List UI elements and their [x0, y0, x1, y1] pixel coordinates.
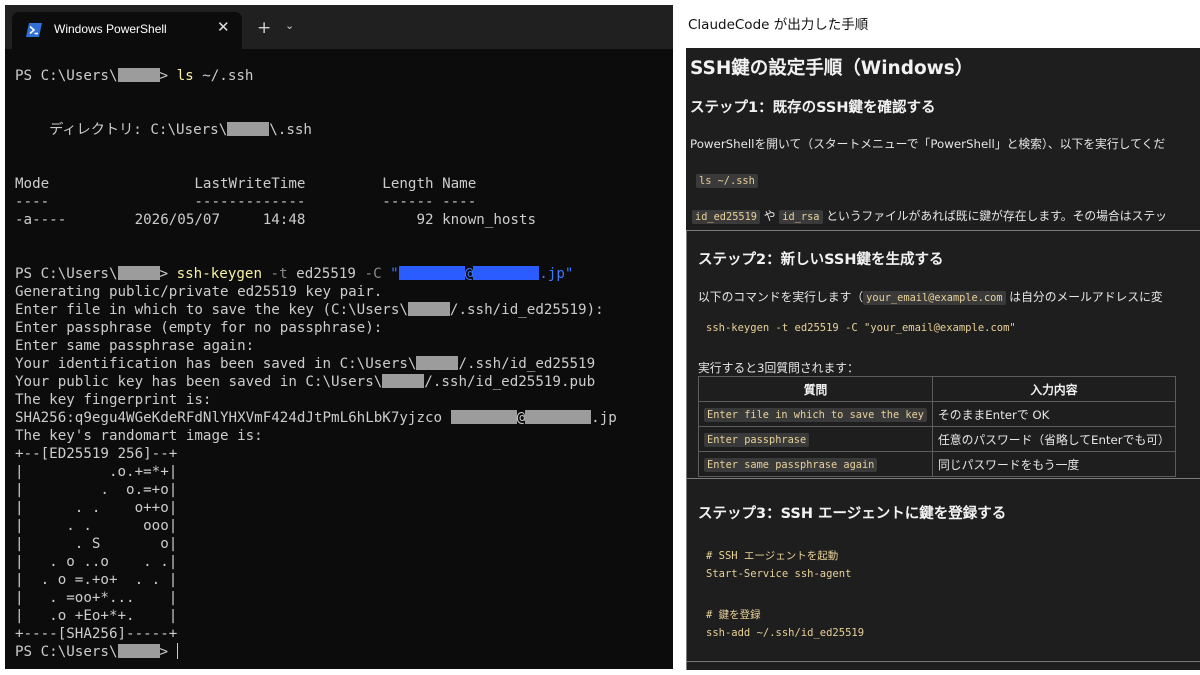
- table-cell: そのままEnterで OK: [931, 401, 1176, 427]
- powershell-window: Windows PowerShell ✕ + ⌄ PS C:\Users\ > l…: [5, 5, 673, 669]
- table-cell: Enter passphrase: [698, 426, 933, 452]
- step3-code-line: # 鍵を登録: [706, 609, 761, 621]
- terminal-line-file-row: -a---- 2026/05/07 14:48 92 known_hosts: [15, 212, 537, 228]
- questions-intro: 実行すると3回質問されます：: [698, 361, 859, 375]
- terminal-line: Generating public/private ed25519 key pa…: [15, 284, 383, 300]
- randomart-line: | .o.+=*+|: [15, 464, 178, 480]
- questions-table: 質問 入力内容 Enter file in which to save the …: [698, 376, 1176, 477]
- redacted-username: [416, 356, 459, 370]
- terminal-line-final-prompt[interactable]: PS C:\Users\ >: [15, 643, 178, 661]
- close-tab-icon[interactable]: ✕: [217, 18, 230, 36]
- step3-heading: ステップ3：SSH エージェントに鍵を登録する: [698, 506, 1007, 522]
- table-cell: 同じパスワードをもう一度: [931, 451, 1176, 477]
- randomart-line: | .o +Eo+*+. |: [15, 608, 178, 624]
- terminal-line: The key fingerprint is:: [15, 392, 212, 408]
- new-tab-button[interactable]: +: [257, 18, 271, 38]
- table-header-row: 質問 入力内容: [698, 376, 1176, 402]
- step2-heading: ステップ2：新しいSSH鍵を生成する: [698, 252, 944, 268]
- page-title: SSH鍵の設定手順（Windows）: [690, 58, 974, 79]
- redacted-email-user: [398, 266, 465, 280]
- randomart-line: | . S o|: [15, 536, 178, 552]
- redacted-username: [407, 302, 450, 316]
- claude-instructions-panel: SSH鍵の設定手順（Windows） ステップ1：既存のSSH鍵を確認する Po…: [686, 48, 1200, 670]
- section-border: [686, 230, 687, 670]
- terminal-line-ls-command: PS C:\Users\ > ls ~/.ssh: [15, 68, 254, 84]
- redacted-email-user: [450, 410, 517, 424]
- divider: [686, 661, 1200, 662]
- table-cell: 任意のパスワード（省略してEnterでも可）: [931, 426, 1176, 452]
- tab-bar: Windows PowerShell ✕ + ⌄: [5, 5, 673, 49]
- randomart-line: | . o =.+o+ . . |: [15, 572, 178, 588]
- table-cell: Enter file in which to save the key: [698, 401, 933, 427]
- table-row: Enter same passphrase again 同じパスワードをもう一度: [698, 451, 1176, 477]
- randomart-line: +--[ED25519 256]--+: [15, 446, 178, 462]
- step1-code-block: ls ~/.ssh: [696, 169, 758, 188]
- terminal-line: The key's randomart image is:: [15, 428, 263, 444]
- terminal-line-dashes: ---- ------------- ------ ----: [15, 194, 477, 210]
- table-row: Enter passphrase 任意のパスワード（省略してEnterでも可）: [698, 426, 1176, 452]
- redacted-username: [117, 68, 160, 82]
- terminal-line: Your public key has been saved in C:\Use…: [15, 374, 596, 390]
- redacted-username: [227, 122, 270, 136]
- terminal-line: Enter same passphrase again:: [15, 338, 255, 354]
- step3-code-line: ssh-add ~/.ssh/id_ed25519: [706, 627, 865, 639]
- caption: ClaudeCode が出力した手順: [688, 17, 869, 33]
- terminal-line: Your identification has been saved in C:…: [15, 356, 596, 372]
- randomart-line: | . . ooo|: [15, 518, 178, 534]
- tab-title: Windows PowerShell: [54, 22, 167, 36]
- terminal-output[interactable]: PS C:\Users\ > ls ~/.ssh ディレクトリ: C:\Users…: [15, 49, 670, 664]
- redacted-username: [382, 374, 425, 388]
- randomart-line: +----[SHA256]-----+: [15, 626, 178, 642]
- step1-heading: ステップ1：既存のSSH鍵を確認する: [690, 100, 936, 116]
- divider: [686, 478, 1200, 479]
- powershell-icon: [26, 23, 42, 37]
- chevron-down-icon[interactable]: ⌄: [285, 19, 294, 32]
- randomart-line: | . o.=+o|: [15, 482, 178, 498]
- step3-code-line: # SSH エージェントを起動: [706, 550, 839, 562]
- text-cursor: [176, 643, 178, 659]
- terminal-line-fingerprint: SHA256:q9egu4WGeKdeRFdNlYHXVmF424dJtPmL6…: [15, 410, 617, 426]
- step2-code-block: ssh-keygen -t ed25519 -C "your_email@exa…: [706, 322, 1016, 334]
- terminal-line-keygen-command: PS C:\Users\ > ssh-keygen -t ed25519 -C "…: [15, 266, 574, 282]
- step2-paragraph: 以下のコマンドを実行します（ your_email@example.com は自分…: [698, 290, 1163, 305]
- table-row: Enter file in which to save the key そのまま…: [698, 401, 1176, 427]
- randomart-line: | . o ..o . .|: [15, 554, 178, 570]
- table-header: 質問: [698, 376, 933, 402]
- redacted-username: [117, 266, 160, 280]
- randomart-line: | . . o++o|: [15, 500, 178, 516]
- table-header: 入力内容: [931, 376, 1176, 402]
- terminal-line-header: Mode LastWriteTime Length Name: [15, 176, 477, 192]
- table-cell: Enter same passphrase again: [698, 451, 933, 477]
- step3-code-line: Start-Service ssh-agent: [706, 568, 852, 580]
- step1-note: id_ed25519 や id_rsa というファイルがあれば既に鍵が存在します…: [692, 207, 1167, 224]
- terminal-line-directory: ディレクトリ: C:\Users\ \.ssh: [15, 122, 312, 138]
- divider: [686, 230, 1200, 231]
- tab-powershell[interactable]: Windows PowerShell ✕: [12, 12, 242, 49]
- redacted-email-domain: [525, 410, 592, 424]
- terminal-line: Enter passphrase (empty for no passphras…: [15, 320, 383, 336]
- redacted-username: [117, 644, 160, 658]
- step1-paragraph: PowerShellを開いて（スタートメニューで「PowerShell」と検索）…: [690, 137, 1166, 151]
- terminal-line: Enter file in which to save the key (C:\…: [15, 302, 604, 318]
- randomart-line: | . =oo+*... |: [15, 590, 178, 606]
- redacted-email-domain: [473, 266, 540, 280]
